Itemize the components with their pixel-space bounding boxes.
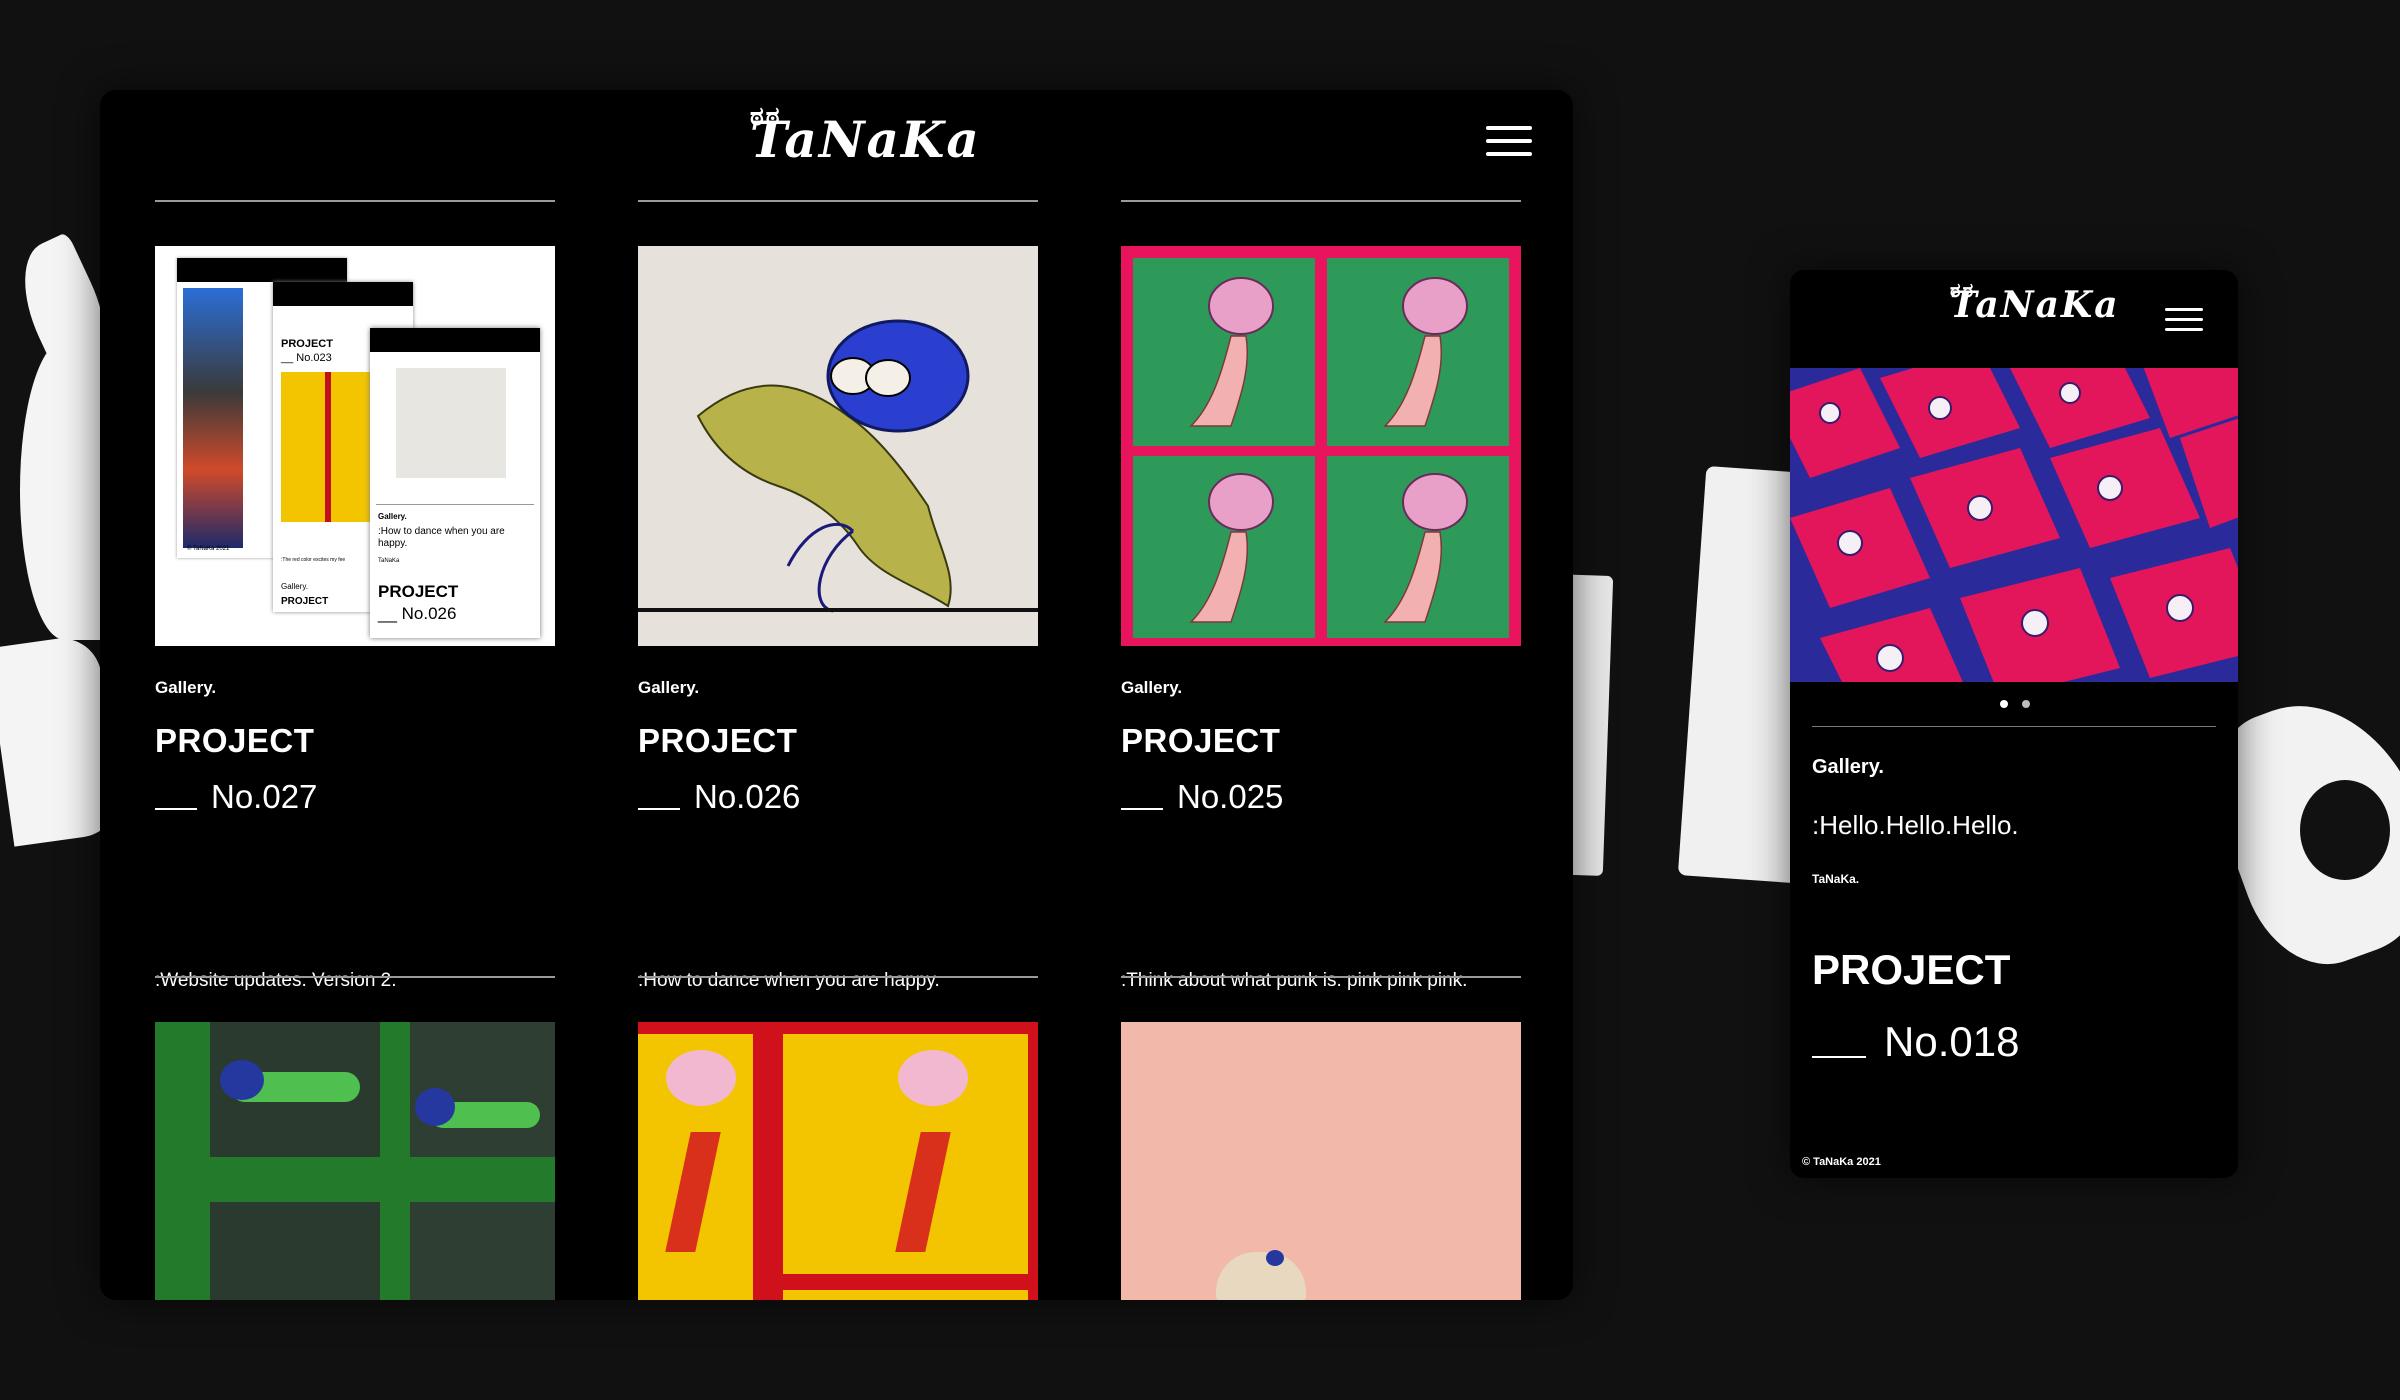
- project-thumbnail-026[interactable]: [638, 246, 1038, 646]
- mock-number-a: __ No.023: [281, 352, 332, 364]
- card-project-title: PROJECT: [638, 722, 798, 759]
- mobile-description: :Hello.Hello.Hello.: [1812, 810, 2019, 840]
- mock-caption-a: :The red color excites my fee: [281, 557, 346, 563]
- background-face-shape: [20, 340, 110, 640]
- project-card-row2-3[interactable]: [1121, 976, 1521, 1300]
- project-thumbnail-027[interactable]: © TaNaKa 2021 PROJECT __ No.023 :The red…: [155, 246, 555, 646]
- project-thumbnail-row2-3[interactable]: [1121, 1022, 1521, 1300]
- card-category: Gallery.: [1121, 678, 1183, 697]
- card-description: :Think about what punk is. pink pink pin…: [1121, 970, 1468, 991]
- dancing-figure-illustration: [638, 319, 1038, 613]
- mock-number-b: __ No.026: [378, 604, 457, 623]
- card-divider: [1121, 200, 1521, 202]
- mock-category-b: Gallery.: [378, 512, 407, 521]
- mobile-copyright: © TaNaKa 2021: [1802, 1156, 1881, 1168]
- mobile-window: ಠಠ TaNaKa Gallery.:Hello.Hello.Hello. T…: [1790, 270, 2238, 1178]
- card-project-title: PROJECT: [155, 722, 315, 759]
- project-card-026[interactable]: Gallery. PROJECT No.026 :How to dance wh…: [638, 200, 1038, 991]
- mobile-project-title: PROJECT: [1812, 946, 2011, 993]
- hamburger-menu-icon[interactable]: [1486, 126, 1532, 165]
- mock-project-a: PROJECT: [281, 338, 333, 350]
- mock-project-b: PROJECT: [378, 582, 459, 601]
- tilted-posters-illustration: [1790, 368, 2238, 682]
- brand-logo[interactable]: ಠಠ TaNaKa: [750, 102, 981, 169]
- project-thumbnail-025[interactable]: [1121, 246, 1521, 646]
- project-card-row2-2[interactable]: [638, 976, 1038, 1300]
- mock-footer: © TaNaKa 2021: [187, 546, 230, 552]
- brand-logo-mobile[interactable]: ಠಠ TaNaKa: [1950, 278, 2120, 326]
- card-project-number: No.026: [638, 778, 800, 816]
- mobile-author: TaNaKa.: [1812, 872, 1860, 886]
- card-project-number: No.027: [155, 778, 317, 816]
- card-category: Gallery.: [155, 678, 217, 697]
- mock-desc-b: :How to dance when you are happy.: [378, 526, 505, 549]
- card-divider: [155, 976, 555, 978]
- brand-logo-text: TaNaKa: [750, 110, 981, 169]
- card-divider: [638, 976, 1038, 978]
- carousel-dot-1[interactable]: [2000, 700, 2008, 708]
- project-thumbnail-row2-2[interactable]: [638, 1022, 1038, 1300]
- project-card-row2-1[interactable]: [155, 976, 555, 1300]
- brand-logo-text: TaNaKa: [1950, 284, 2120, 326]
- project-thumbnail-row2-1[interactable]: [155, 1022, 555, 1300]
- project-card-027[interactable]: © TaNaKa 2021 PROJECT __ No.023 :The red…: [155, 200, 555, 991]
- card-project-number: No.025: [1121, 778, 1283, 816]
- project-card-025[interactable]: Gallery. PROJECT No.025 :Think about wha…: [1121, 200, 1521, 991]
- mock-screen-front: Gallery. :How to dance when you are happ…: [370, 328, 540, 638]
- carousel-dot-2[interactable]: [2022, 700, 2030, 708]
- logo-mark-icon: ಠಠ: [1950, 278, 1976, 302]
- carousel-pagination: [2000, 700, 2030, 708]
- card-divider: [155, 200, 555, 202]
- mock-project-bottom: PROJECT: [281, 596, 329, 607]
- mobile-hero-carousel[interactable]: [1790, 368, 2238, 682]
- mobile-project-number: No.018: [1812, 1018, 2019, 1066]
- hamburger-menu-icon[interactable]: [2165, 308, 2203, 338]
- desktop-window: ಠಠ TaNaKa © TaNaKa 2021 PROJECT __ No.02…: [100, 90, 1573, 1300]
- card-description: :Website updates. Version 2.: [155, 970, 397, 991]
- card-category: Gallery.: [638, 678, 700, 697]
- mock-category-a: Gallery.: [281, 582, 308, 591]
- card-divider: [1121, 976, 1521, 978]
- green-posters-illustration: [1133, 258, 1509, 638]
- mock-author-b: TaNaKa: [378, 558, 400, 564]
- logo-mark-icon: ಠಠ: [750, 102, 782, 132]
- card-divider: [638, 200, 1038, 202]
- mobile-category: Gallery.: [1812, 756, 1884, 778]
- background-blob-hole: [2300, 780, 2390, 880]
- mobile-divider: [1812, 726, 2216, 727]
- card-description: :How to dance when you are happy.: [638, 970, 940, 991]
- card-project-title: PROJECT: [1121, 722, 1281, 759]
